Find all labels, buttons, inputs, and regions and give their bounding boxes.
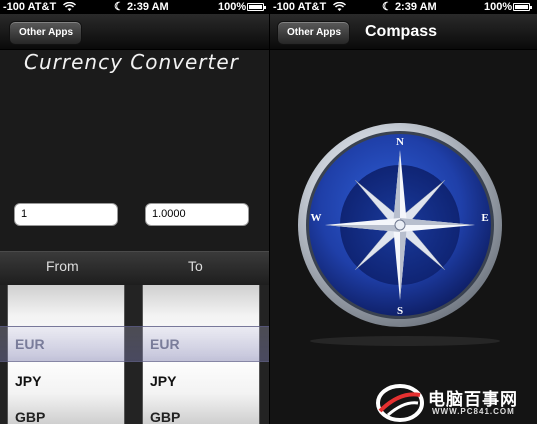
compass-reflection [310, 336, 500, 346]
from-column-label: From [46, 258, 79, 274]
picker-row[interactable]: GBP [8, 409, 124, 424]
carrier-label: -100 AT&T [3, 1, 57, 13]
to-currency-picker[interactable]: EUR JPY GBP [142, 285, 260, 424]
picker-row[interactable]: GBP [143, 409, 259, 424]
picker-header [0, 251, 270, 285]
carrier-label: -100 AT&T [273, 1, 327, 13]
battery-percent: 100% [218, 1, 247, 13]
moon-icon: ☾ [114, 1, 124, 13]
compass-north-label: N [396, 136, 404, 148]
moon-icon: ☾ [382, 1, 392, 13]
from-amount-field[interactable]: 1 [14, 203, 118, 226]
status-bar: -100 AT&T ☾ 2:39 AM 100% [270, 0, 537, 14]
nav-bar: Other Apps [0, 14, 270, 50]
compass-east-label: E [481, 212, 488, 224]
page-title: Compass [365, 23, 438, 40]
clock-label: ☾ 2:39 AM [114, 0, 169, 14]
battery-icon [247, 3, 266, 11]
nav-bar: Other Apps Compass [270, 14, 537, 50]
battery-percent: 100% [484, 1, 513, 13]
watermark-url: WWW.PC841.COM [432, 407, 515, 416]
app-title: Currency Converter [24, 50, 239, 74]
clock-text: 2:39 AM [394, 1, 437, 13]
currency-converter-screen: -100 AT&T ☾ 2:39 AM 100% Other Apps Curr… [0, 0, 270, 424]
watermark-logo-icon [376, 384, 424, 422]
compass-south-label: S [397, 305, 403, 317]
to-column-label: To [188, 258, 203, 274]
picker-row[interactable]: JPY [8, 373, 124, 389]
other-apps-button[interactable]: Other Apps [9, 21, 83, 45]
to-amount-field[interactable]: 1.0000 [145, 203, 249, 226]
compass-screen: -100 AT&T ☾ 2:39 AM 100% Other Apps Comp… [270, 0, 537, 424]
clock-text: 2:39 AM [126, 1, 169, 13]
compass-west-label: W [311, 212, 322, 224]
picker-row[interactable]: EUR [8, 336, 124, 352]
other-apps-button[interactable]: Other Apps [277, 21, 351, 45]
status-bar: -100 AT&T ☾ 2:39 AM 100% [0, 0, 270, 14]
battery-icon [513, 3, 532, 11]
watermark: 电脑百事网 WWW.PC841.COM [370, 380, 537, 424]
from-currency-picker[interactable]: EUR JPY GBP [7, 285, 125, 424]
compass-center-pin [394, 219, 406, 231]
clock-label: ☾ 2:39 AM [382, 0, 437, 14]
picker-row[interactable]: EUR [143, 336, 259, 352]
compass-dial: N S E W [298, 123, 502, 327]
picker-row[interactable]: JPY [143, 373, 259, 389]
